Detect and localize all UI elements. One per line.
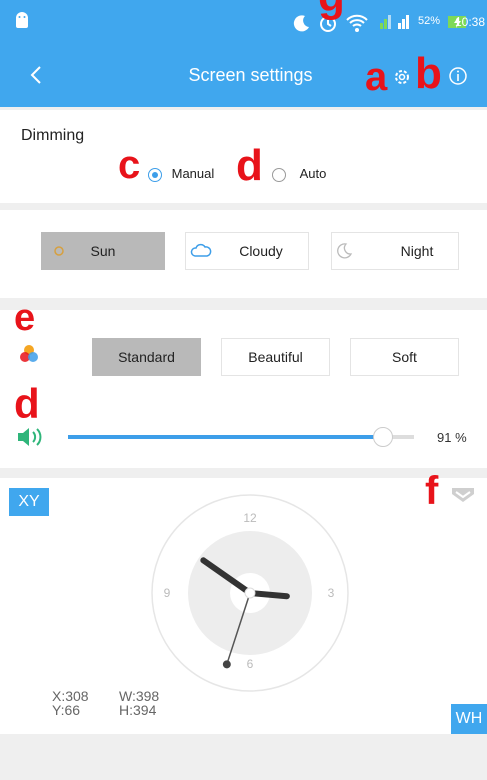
- signal-icon: [378, 13, 414, 36]
- annotation-d-bottom: d: [14, 380, 40, 427]
- auto-label: Auto: [299, 166, 327, 181]
- brightness-value: 91 %: [437, 430, 467, 445]
- auto-radio-dot[interactable]: [272, 167, 286, 182]
- clock-numeral-12: 12: [243, 511, 257, 525]
- wifi-icon: [345, 13, 369, 38]
- annotation-a: a: [365, 55, 388, 99]
- annotation-e: e: [14, 297, 36, 339]
- settings-gear-icon[interactable]: [392, 67, 412, 92]
- style-standard-button[interactable]: Standard: [92, 338, 201, 376]
- clock-center-pin: [244, 587, 256, 599]
- status-bar: 52% 10:38: [0, 0, 487, 45]
- style-standard-label: Standard: [118, 349, 175, 365]
- battery-percent: 52%: [418, 15, 441, 27]
- style-panel: Standard Beautiful Soft 91 %: [0, 310, 487, 468]
- mode-cloudy-button[interactable]: Cloudy: [185, 232, 309, 270]
- moon-icon: [335, 242, 353, 263]
- clock-widget: 12 3 6 9: [151, 494, 349, 692]
- annotation-f: f: [425, 469, 439, 513]
- xy-button[interactable]: XY: [9, 488, 49, 516]
- auto-radio[interactable]: Auto: [272, 166, 326, 182]
- sun-icon: [51, 243, 67, 262]
- mode-sun-label: Sun: [90, 243, 116, 259]
- clock-numeral-3: 3: [328, 586, 335, 600]
- info-icon[interactable]: [448, 66, 468, 91]
- annotation-d-top: d: [236, 141, 263, 190]
- chevron-down-icon[interactable]: [448, 484, 478, 511]
- style-soft-label: Soft: [392, 349, 417, 365]
- cloud-icon: [190, 242, 212, 263]
- coord-y: Y:66: [52, 702, 81, 718]
- manual-label: Manual: [171, 166, 215, 181]
- mode-night-button[interactable]: Night: [331, 232, 459, 270]
- style-soft-button[interactable]: Soft: [350, 338, 459, 376]
- clock-panel: XY 12 3 6 9 X:308 Y:66 W:398 H:394 WH: [0, 478, 487, 734]
- brightness-slider-thumb[interactable]: [372, 427, 393, 447]
- style-beautiful-button[interactable]: Beautiful: [221, 338, 330, 376]
- mode-panel: Sun Cloudy Night: [0, 210, 487, 298]
- coord-h: H:394: [119, 702, 157, 718]
- style-beautiful-label: Beautiful: [248, 349, 303, 365]
- clock-numeral-9: 9: [164, 586, 171, 600]
- mode-cloudy-label: Cloudy: [239, 243, 283, 259]
- color-palette-icon: [18, 343, 40, 370]
- dimming-label: Dimming: [21, 127, 85, 144]
- moon-status-icon: [293, 14, 311, 37]
- minute-hand: [246, 590, 290, 600]
- manual-radio[interactable]: Manual: [148, 166, 214, 182]
- page-title: Screen settings: [188, 65, 313, 85]
- annotation-c: c: [118, 143, 141, 187]
- manual-radio-dot[interactable]: [148, 167, 162, 182]
- annotation-g: g: [318, 0, 345, 22]
- title-bar: Screen settings: [0, 45, 487, 107]
- annotation-b: b: [415, 49, 442, 98]
- mode-night-label: Night: [400, 243, 434, 259]
- volume-icon: [16, 426, 44, 453]
- clock-numeral-6: 6: [247, 657, 254, 671]
- wh-button[interactable]: WH: [451, 704, 487, 734]
- brightness-slider-fill: [68, 435, 383, 439]
- clock-time: 10:38: [455, 15, 486, 29]
- mode-sun-button[interactable]: Sun: [41, 232, 165, 270]
- brightness-slider[interactable]: [68, 427, 414, 447]
- android-icon: [14, 12, 30, 35]
